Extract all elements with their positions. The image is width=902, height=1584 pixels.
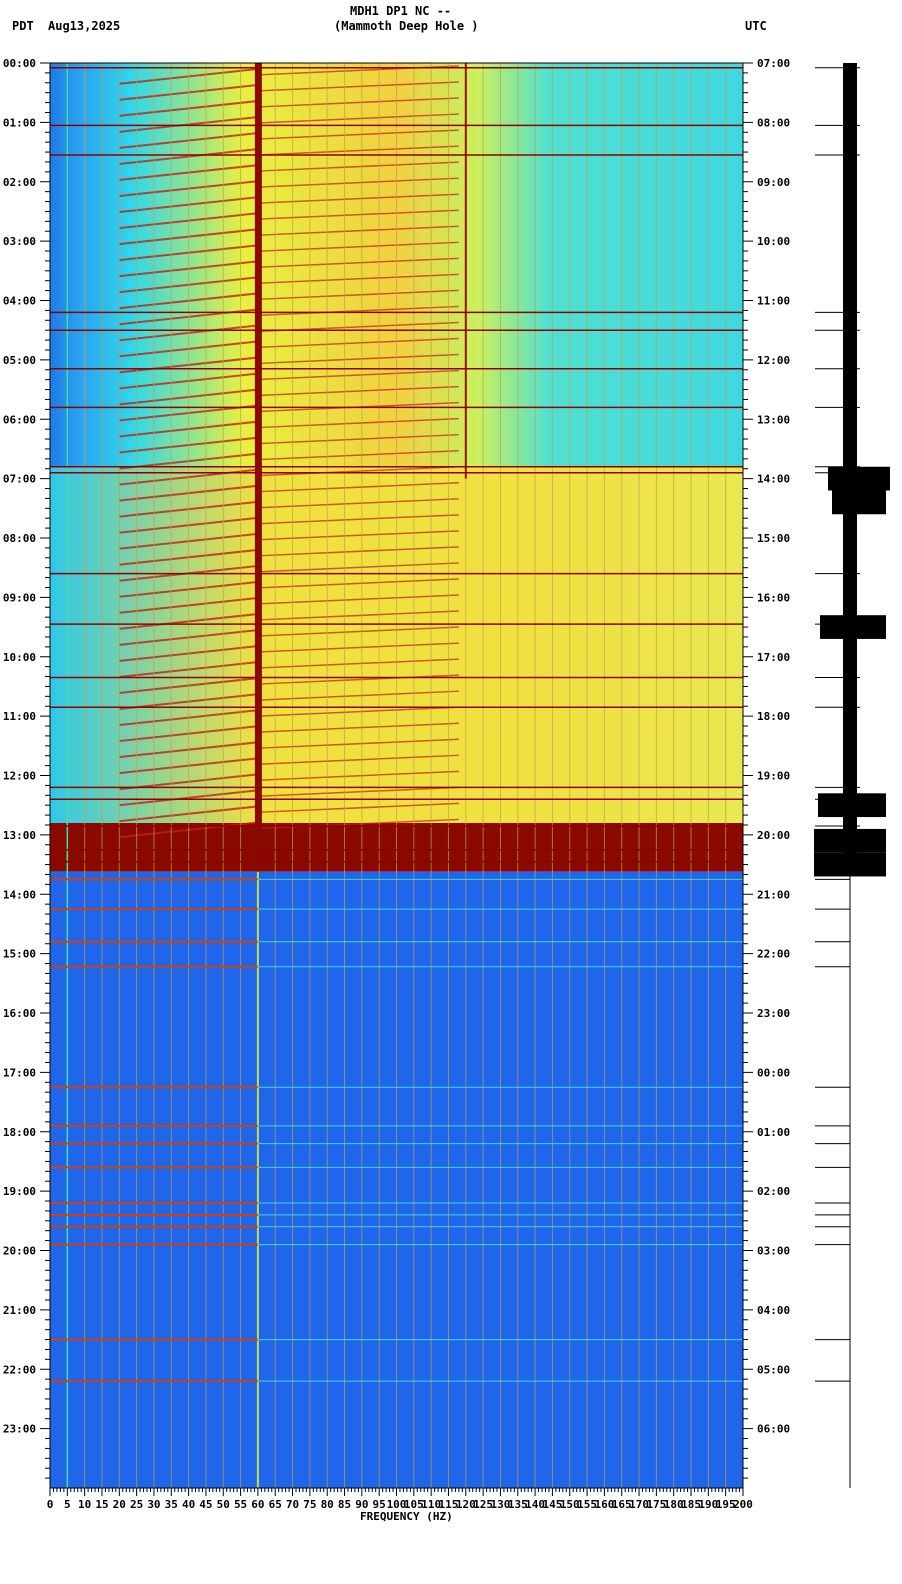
x-tick-label: 5	[64, 1498, 71, 1511]
seismogram-burst	[832, 490, 886, 515]
x-tick-label: 60	[251, 1498, 264, 1511]
x-tick-label: 85	[338, 1498, 351, 1511]
y-tick-label-right: 00:00	[757, 1066, 790, 1079]
y-tick-label-right: 17:00	[757, 651, 790, 664]
x-tick-label: 200	[733, 1498, 753, 1511]
y-tick-label-right: 18:00	[757, 710, 790, 723]
y-tick-label-left: 16:00	[3, 1007, 36, 1020]
y-tick-label-right: 15:00	[757, 532, 790, 545]
x-tick-label: 40	[182, 1498, 195, 1511]
y-tick-label-left: 02:00	[3, 176, 36, 189]
y-tick-label-right: 21:00	[757, 888, 790, 901]
y-tick-label-left: 06:00	[3, 413, 36, 426]
x-tick-label: 30	[147, 1498, 160, 1511]
seismogram-burst	[814, 852, 886, 877]
y-tick-label-right: 19:00	[757, 770, 790, 783]
y-tick-label-left: 00:00	[3, 57, 36, 70]
y-tick-label-right: 22:00	[757, 948, 790, 961]
y-tick-label-left: 18:00	[3, 1126, 36, 1139]
y-tick-label-left: 09:00	[3, 591, 36, 604]
x-tick-label: 10	[78, 1498, 91, 1511]
spectrogram-plot: 0 5 10 15 20 25 30 35 40 45 50 55 60 65 70 75 80 85 90 95 10…	[3, 57, 890, 1523]
y-tick-label-right: 07:00	[757, 57, 790, 70]
y-tick-label-left: 11:00	[3, 710, 36, 723]
y-tick-label-right: 20:00	[757, 829, 790, 842]
y-tick-label-left: 01:00	[3, 116, 36, 129]
y-tick-label-right: 01:00	[757, 1126, 790, 1139]
y-tick-label-left: 12:00	[3, 770, 36, 783]
seismogram-burst	[814, 828, 886, 853]
y-tick-label-right: 09:00	[757, 176, 790, 189]
x-axis-label: FREQUENCY (HZ)	[360, 1510, 453, 1523]
y-tick-label-left: 08:00	[3, 532, 36, 545]
y-tick-label-left: 19:00	[3, 1185, 36, 1198]
y-tick-label-left: 23:00	[3, 1423, 36, 1436]
x-tick-label: 0	[47, 1498, 54, 1511]
y-tick-label-right: 14:00	[757, 473, 790, 486]
x-tick-label: 70	[286, 1498, 299, 1511]
y-tick-label-left: 04:00	[3, 295, 36, 308]
y-tick-label-left: 05:00	[3, 354, 36, 367]
y-tick-label-right: 04:00	[757, 1304, 790, 1317]
spectrogram-figure: MDH1 DP1 NC -- (Mammoth Deep Hole ) PDT …	[0, 0, 902, 1584]
y-tick-label-left: 03:00	[3, 235, 36, 248]
y-tick-label-right: 11:00	[757, 295, 790, 308]
x-tick-label: 80	[321, 1498, 334, 1511]
seismogram-burst	[828, 466, 890, 491]
x-tick-label: 35	[165, 1498, 178, 1511]
x-tick-label: 15	[95, 1498, 108, 1511]
x-tick-label: 20	[113, 1498, 126, 1511]
y-tick-label-right: 16:00	[757, 591, 790, 604]
y-tick-label-right: 06:00	[757, 1423, 790, 1436]
y-tick-label-left: 10:00	[3, 651, 36, 664]
y-tick-label-left: 17:00	[3, 1066, 36, 1079]
y-tick-label-right: 03:00	[757, 1245, 790, 1258]
x-tick-label: 25	[130, 1498, 143, 1511]
x-tick-label: 55	[234, 1498, 247, 1511]
y-tick-label-right: 10:00	[757, 235, 790, 248]
x-tick-label: 75	[303, 1498, 316, 1511]
y-tick-label-left: 07:00	[3, 473, 36, 486]
y-tick-label-left: 22:00	[3, 1363, 36, 1376]
y-tick-label-left: 20:00	[3, 1245, 36, 1258]
y-tick-label-left: 13:00	[3, 829, 36, 842]
x-tick-label: 45	[199, 1498, 212, 1511]
y-tick-label-right: 02:00	[757, 1185, 790, 1198]
y-tick-label-left: 15:00	[3, 948, 36, 961]
y-tick-label-left: 14:00	[3, 888, 36, 901]
y-tick-label-left: 21:00	[3, 1304, 36, 1317]
y-tick-label-right: 13:00	[757, 413, 790, 426]
y-tick-label-right: 23:00	[757, 1007, 790, 1020]
y-tick-label-right: 08:00	[757, 116, 790, 129]
seismogram-burst	[818, 793, 886, 818]
y-tick-label-right: 12:00	[757, 354, 790, 367]
y-tick-label-right: 05:00	[757, 1363, 790, 1376]
seismogram-burst	[820, 615, 886, 639]
x-tick-label: 50	[217, 1498, 230, 1511]
x-tick-label: 65	[269, 1498, 282, 1511]
